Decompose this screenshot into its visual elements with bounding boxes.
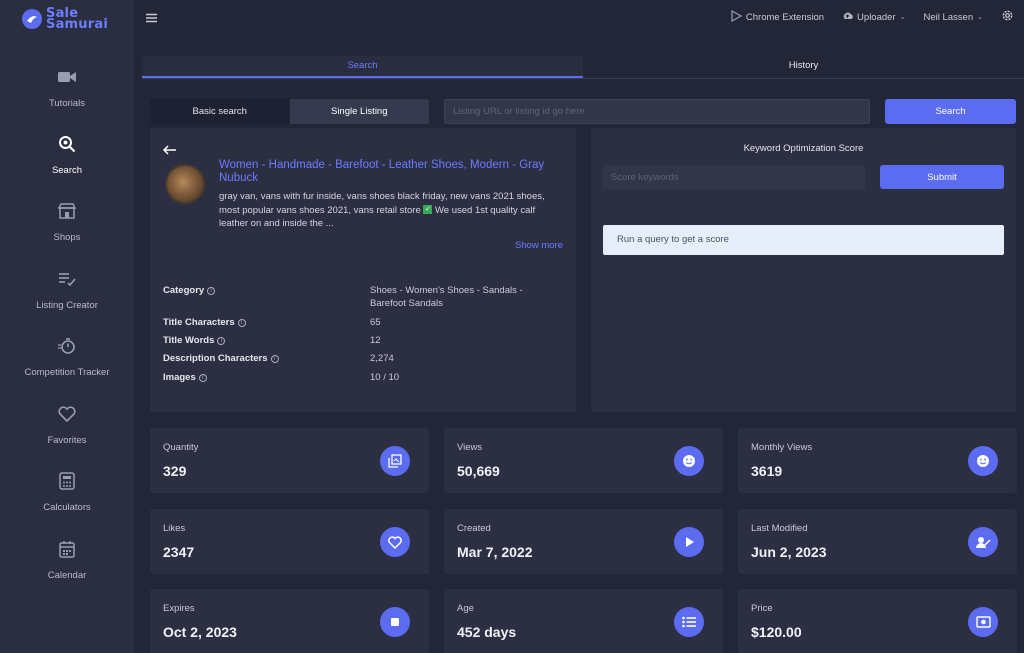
sidebar-item-label: Competition Tracker: [24, 367, 110, 378]
sidebar-item-label: Calendar: [47, 570, 87, 581]
video-camera-icon: [58, 66, 76, 88]
sidebar-item-calendar[interactable]: Calendar: [0, 538, 134, 598]
sidebar-item-label: Search: [51, 165, 83, 176]
stat-card-monthly-views: Monthly Views 3619: [738, 428, 1017, 493]
stat-card-expires: Expires Oct 2, 2023: [150, 589, 429, 653]
listing-details-panel: Women - Handmade - Barefoot - Leather Sh…: [150, 128, 576, 412]
sidebar-item-shops[interactable]: Shops: [0, 200, 134, 260]
list-icon: [674, 607, 704, 637]
search-mode-toggle: Basic search Single Listing: [150, 99, 429, 124]
stat-card-likes: Likes 2347: [150, 509, 429, 574]
uploader-dropdown[interactable]: Uploader ⌄: [842, 11, 905, 23]
score-keywords-input[interactable]: [603, 165, 865, 189]
top-right-menu: Chrome Extension Uploader ⌄ Neil Lassen …: [731, 0, 1024, 34]
cloud-upload-icon: [842, 11, 853, 23]
stat-card-created: Created Mar 7, 2022: [444, 509, 723, 574]
stat-card-quantity: Quantity 329: [150, 428, 429, 493]
shop-icon: [58, 200, 76, 222]
stopwatch-icon: [58, 335, 76, 357]
submit-button[interactable]: Submit: [880, 165, 1004, 189]
heart-icon: [380, 527, 410, 557]
chevron-down-icon: ⌄: [899, 14, 906, 21]
brand-name: Sale Samurai: [46, 6, 108, 32]
sidebar-item-label: Calculators: [43, 502, 91, 513]
info-icon[interactable]: i: [217, 336, 226, 345]
sidebar-item-search[interactable]: Search: [0, 133, 134, 193]
sidebar-item-calculators[interactable]: Calculators: [0, 470, 134, 530]
sidebar-item-label: Listing Creator: [36, 300, 98, 311]
back-arrow-icon[interactable]: [162, 142, 176, 160]
listing-title[interactable]: Women - Handmade - Barefoot - Leather Sh…: [219, 159, 564, 185]
search-icon: [58, 133, 76, 155]
stat-card-age: Age 452 days: [444, 589, 723, 653]
info-icon[interactable]: i: [198, 373, 207, 382]
tab-history[interactable]: History: [583, 56, 1024, 78]
play-store-icon: [731, 9, 743, 25]
settings-button[interactable]: [1001, 9, 1014, 25]
listing-thumbnail[interactable]: [165, 164, 205, 204]
show-more-link[interactable]: Show more: [515, 240, 563, 251]
sidebar-item-favorites[interactable]: Favorites: [0, 403, 134, 463]
stat-card-price: Price $120.00: [738, 589, 1017, 653]
sidebar-item-tutorials[interactable]: Tutorials: [0, 66, 134, 126]
sidebar-item-label: Tutorials: [48, 98, 86, 109]
stat-card-last-modified: Last Modified Jun 2, 2023: [738, 509, 1017, 574]
listing-url-input[interactable]: [444, 99, 870, 124]
single-listing-option[interactable]: Single Listing: [289, 99, 429, 124]
tab-search[interactable]: Search: [142, 56, 583, 78]
gear-icon: [1001, 9, 1014, 25]
basic-search-option[interactable]: Basic search: [150, 99, 290, 124]
list-edit-icon: [58, 268, 76, 290]
stop-icon: [380, 607, 410, 637]
sidebar-item-label: Shops: [53, 232, 81, 243]
sidebar: Sale Samurai Tutorials Search Shops List…: [0, 0, 134, 653]
sidebar-item-label: Favorites: [47, 435, 87, 446]
calculator-icon: [59, 470, 75, 492]
keyword-score-title: Keyword Optimization Score: [743, 143, 864, 154]
info-icon[interactable]: i: [237, 318, 246, 327]
sidebar-item-competition-tracker[interactable]: Competition Tracker: [0, 335, 134, 395]
smiley-icon: [674, 446, 704, 476]
play-icon: [674, 527, 704, 557]
chevron-down-icon: ⌄: [977, 14, 983, 21]
user-edit-icon: [968, 527, 998, 557]
score-result: Run a query to get a score: [603, 225, 1004, 255]
inventory-icon: [380, 446, 410, 476]
sidebar-item-listing-creator[interactable]: Listing Creator: [0, 268, 134, 328]
calendar-icon: [59, 538, 75, 560]
stat-card-views: Views 50,669: [444, 428, 723, 493]
money-icon: [968, 607, 998, 637]
info-icon[interactable]: i: [207, 286, 216, 295]
keyword-score-panel: Keyword Optimization Score Submit Run a …: [591, 128, 1016, 412]
search-button[interactable]: Search: [885, 99, 1016, 124]
listing-description: gray van, vans with fur inside, vans sho…: [219, 191, 545, 229]
samurai-logo-icon: [22, 9, 42, 29]
chrome-extension-link[interactable]: Chrome Extension: [731, 9, 824, 25]
info-icon[interactable]: i: [270, 354, 279, 363]
main-tabs: Search History: [142, 56, 1024, 79]
top-bar: Chrome Extension Uploader ⌄ Neil Lassen …: [134, 0, 1024, 36]
brand-logo[interactable]: Sale Samurai: [22, 6, 108, 32]
user-menu[interactable]: Neil Lassen ⌄: [923, 12, 983, 23]
menu-toggle-icon[interactable]: [146, 10, 157, 28]
smiley-icon: [968, 446, 998, 476]
heart-icon: [58, 403, 76, 425]
